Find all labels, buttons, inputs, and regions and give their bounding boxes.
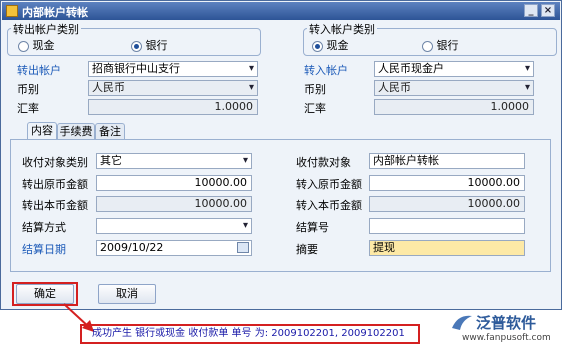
status-message: 成功产生 银行或现金 收付款单 单号 为: 2009102201, 200910…	[92, 328, 405, 339]
close-button[interactable]: ×	[541, 4, 555, 17]
in-currency-field: 人民币	[374, 80, 534, 96]
tab-content[interactable]: 内容	[27, 122, 57, 139]
out-cash-radio[interactable]: 现金	[18, 37, 55, 53]
settle-method-select[interactable]	[96, 218, 252, 234]
cancel-button[interactable]: 取消	[98, 284, 156, 304]
out-type-legend: 转出帐户类别	[11, 21, 81, 37]
settle-date-label: 结算日期	[22, 243, 66, 256]
out-currency-label: 币别	[17, 83, 39, 96]
settle-no-input[interactable]	[369, 218, 525, 234]
out-amount-input[interactable]: 10000.00	[96, 175, 252, 191]
brand-logo	[452, 315, 472, 330]
out-account-select[interactable]: 招商银行中山支行	[88, 61, 258, 77]
brand-url: www.fanpusoft.com	[462, 333, 551, 343]
payee-label: 收付款对象	[296, 156, 351, 169]
payee-type-select[interactable]: 其它	[96, 153, 252, 169]
window-title: 内部帐户转帐	[22, 6, 88, 19]
in-account-select[interactable]: 人民币现金户	[374, 61, 534, 77]
out-rate-label: 汇率	[17, 102, 39, 115]
out-account-label: 转出帐户	[17, 64, 61, 77]
out-bank-radio[interactable]: 银行	[131, 37, 168, 53]
in-currency-label: 币别	[304, 83, 326, 96]
settle-date-input[interactable]: 2009/10/22	[96, 240, 252, 256]
in-rate-field: 1.0000	[374, 99, 534, 115]
calendar-icon[interactable]	[237, 242, 249, 253]
in-rate-label: 汇率	[304, 102, 326, 115]
out-amount-label: 转出原币金额	[22, 178, 88, 191]
summary-input[interactable]: 提现	[369, 240, 525, 256]
tab-remark[interactable]: 备注	[95, 123, 125, 139]
tab-fee[interactable]: 手续费	[57, 123, 95, 139]
in-cash-radio[interactable]: 现金	[312, 37, 349, 53]
title-bar: 内部帐户转帐 _ ×	[2, 2, 560, 20]
settle-no-label: 结算号	[296, 221, 329, 234]
out-local-field: 10000.00	[96, 196, 252, 212]
in-type-legend: 转入帐户类别	[307, 21, 377, 37]
in-local-label: 转入本币金额	[296, 199, 362, 212]
in-bank-radio[interactable]: 银行	[422, 37, 459, 53]
brand-name: 泛普软件	[476, 314, 537, 332]
in-local-field: 10000.00	[369, 196, 525, 212]
in-account-label: 转入帐户	[304, 64, 348, 77]
out-rate-field: 1.0000	[88, 99, 258, 115]
settle-date-value: 2009/10/22	[100, 241, 164, 254]
payee-type-label: 收付对象类别	[22, 156, 88, 169]
out-local-label: 转出本币金额	[22, 199, 88, 212]
out-currency-field: 人民币	[88, 80, 258, 96]
payee-input[interactable]: 内部帐户转帐	[369, 153, 525, 169]
summary-label: 摘要	[296, 243, 318, 256]
minimize-button[interactable]: _	[524, 4, 538, 17]
in-amount-label: 转入原币金额	[296, 178, 362, 191]
settle-method-label: 结算方式	[22, 221, 66, 234]
in-amount-input[interactable]: 10000.00	[369, 175, 525, 191]
app-icon	[6, 5, 18, 17]
